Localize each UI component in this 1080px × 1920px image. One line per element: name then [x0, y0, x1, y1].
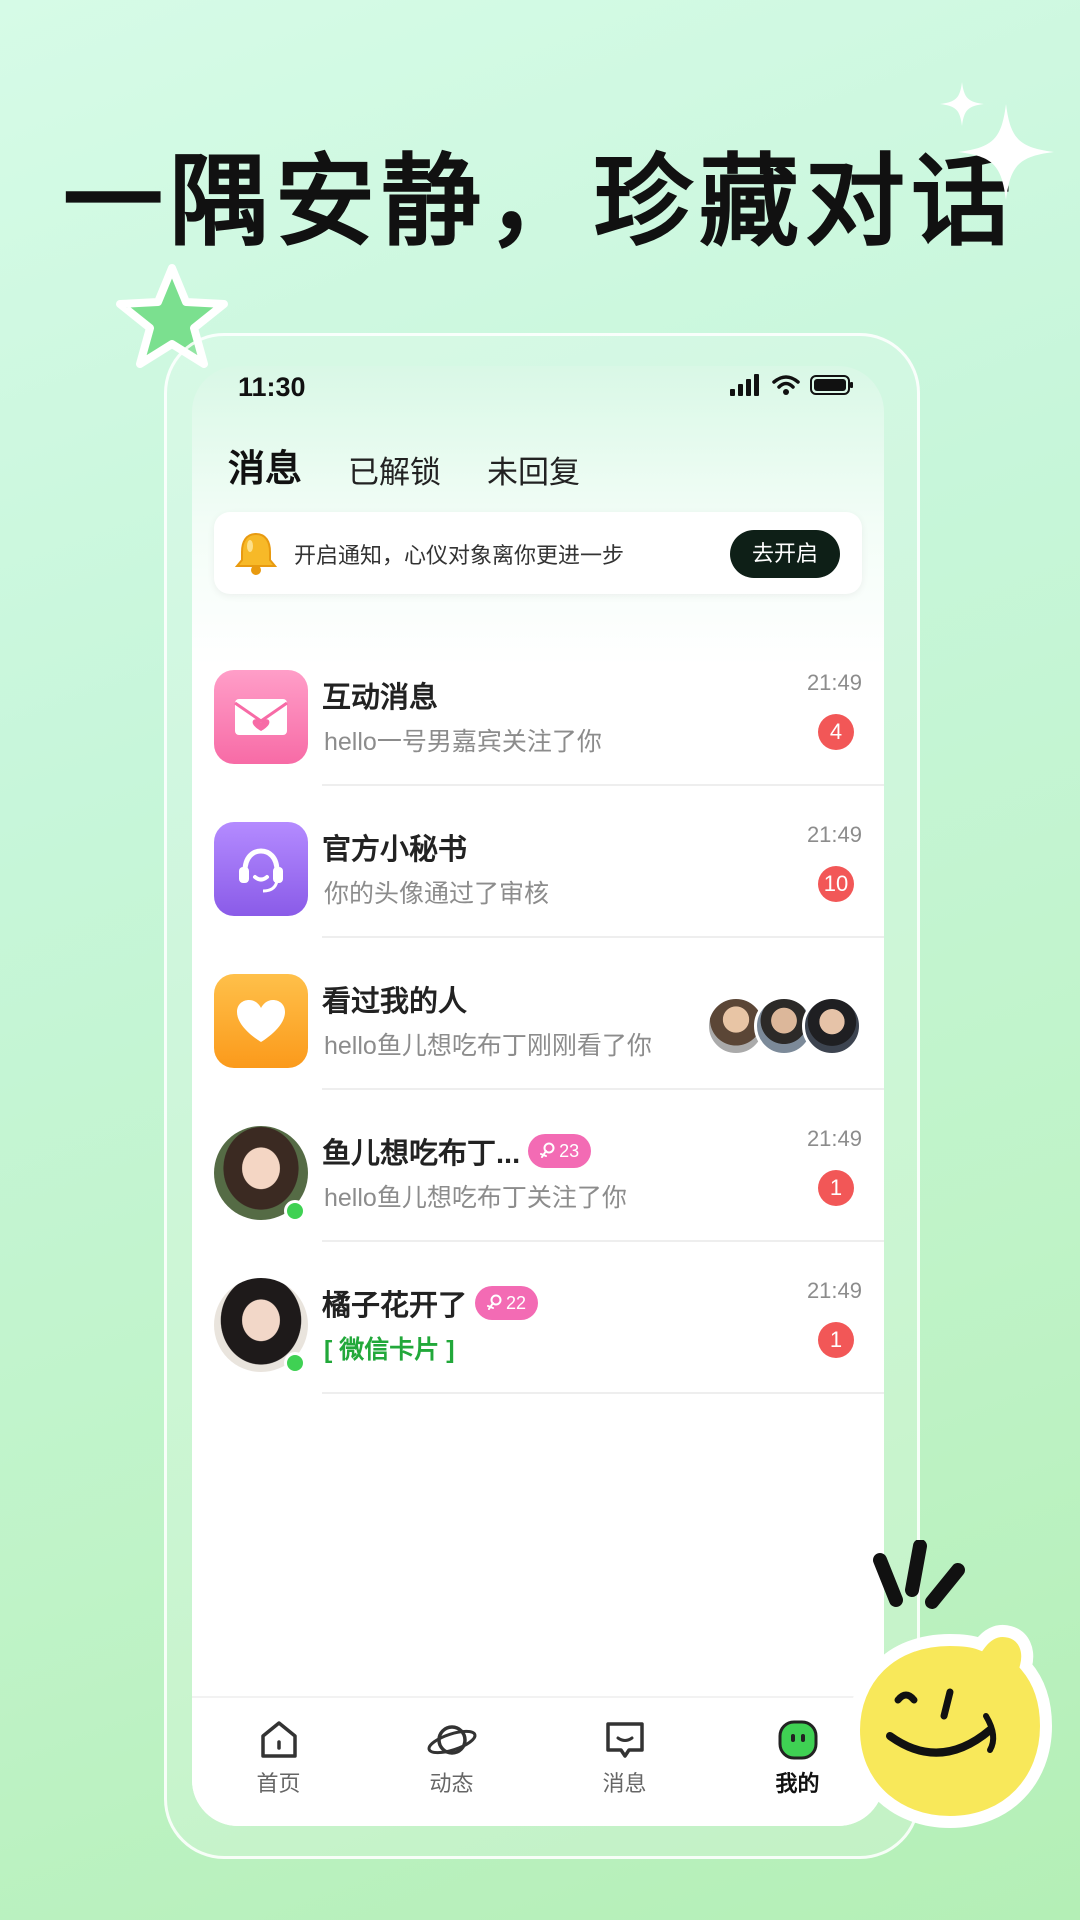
nav-label: 动态 — [429, 1771, 474, 1796]
signal-icon — [730, 374, 759, 396]
notification-banner: 开启通知，心仪对象离你更进一步 去开启 — [214, 512, 862, 594]
enable-notification-button[interactable]: 去开启 — [730, 530, 840, 578]
tab-unlocked[interactable]: 已解锁 — [348, 447, 441, 492]
heart-icon — [214, 974, 308, 1068]
gender-age-tag: 23 — [528, 1134, 592, 1168]
conversation-preview: hello一号男嘉宾关注了你 — [324, 728, 602, 756]
gender-age-tag: 22 — [475, 1286, 539, 1320]
nav-feed[interactable]: 动态 — [365, 1698, 538, 1826]
conversation-row-interactions[interactable]: 互动消息 hello一号男嘉宾关注了你 21:49 4 — [192, 634, 884, 786]
conversation-row-official[interactable]: 官方小秘书 你的头像通过了审核 21:49 10 — [192, 786, 884, 938]
nav-label: 我的 — [775, 1771, 820, 1796]
conversation-preview: hello鱼儿想吃布丁关注了你 — [324, 1184, 627, 1212]
conversation-name: 橘子花开了 22 — [322, 1282, 539, 1324]
home-icon — [260, 1721, 297, 1758]
conversation-preview: 你的头像通过了审核 — [324, 880, 550, 908]
tab-messages[interactable]: 消息 — [228, 438, 302, 492]
mascot-smiley-icon — [847, 1540, 1053, 1829]
nav-label: 首页 — [256, 1771, 301, 1796]
envelope-heart-icon — [214, 670, 308, 764]
phone-screen: 11:30 消息 已解锁 未回复 开启通知，心仪对象离你更进一步 去开启 互动消… — [192, 366, 884, 1826]
tab-unreplied[interactable]: 未回复 — [487, 447, 580, 492]
status-time: 11:30 — [238, 372, 306, 402]
nav-label: 消息 — [602, 1771, 647, 1796]
nav-home[interactable]: 首页 — [192, 1698, 365, 1826]
conversation-preview: hello鱼儿想吃布丁刚刚看了你 — [324, 1032, 652, 1060]
nav-messages[interactable]: 消息 — [538, 1698, 711, 1826]
online-indicator — [284, 1352, 306, 1374]
female-icon — [540, 1142, 555, 1158]
divider — [322, 1392, 884, 1394]
headline: 一隅安静，珍藏对话 — [63, 143, 1017, 260]
female-icon — [487, 1294, 502, 1310]
bell-icon — [234, 532, 278, 575]
conversation-preview: [ 微信卡片 ] — [324, 1336, 455, 1364]
bottom-nav: 首页 动态 消息 我的 — [192, 1696, 884, 1826]
conversation-list: 互动消息 hello一号男嘉宾关注了你 21:49 4 官方小秘书 你的头像通过… — [192, 634, 884, 1394]
sparkle-icon — [958, 104, 1054, 200]
unread-badge: 4 — [818, 714, 854, 750]
wifi-icon — [772, 375, 800, 395]
conversation-time: 21:49 — [806, 1126, 862, 1151]
viewer-avatar — [802, 996, 862, 1056]
conversation-time: 21:49 — [806, 1278, 862, 1303]
message-icon — [605, 1722, 644, 1758]
headset-icon — [214, 822, 308, 916]
conversation-name: 官方小秘书 — [322, 834, 468, 866]
battery-icon — [810, 375, 853, 395]
unread-badge: 1 — [818, 1322, 854, 1358]
conversation-row-user[interactable]: 橘子花开了 22 [ 微信卡片 ] 21:49 1 — [192, 1242, 884, 1394]
conversation-name: 互动消息 — [322, 682, 439, 714]
notification-text: 开启通知，心仪对象离你更进一步 — [294, 543, 625, 568]
conversation-name: 看过我的人 — [322, 986, 468, 1018]
conversation-time: 21:49 — [806, 822, 862, 847]
conversation-row-user[interactable]: 鱼儿想吃布丁... 23 hello鱼儿想吃布丁关注了你 21:49 1 — [192, 1090, 884, 1242]
unread-badge: 1 — [818, 1170, 854, 1206]
status-icons — [730, 374, 854, 396]
unread-badge: 10 — [818, 866, 854, 902]
conversation-row-visitors[interactable]: 看过我的人 hello鱼儿想吃布丁刚刚看了你 — [192, 938, 884, 1090]
message-tabs: 消息 已解锁 未回复 — [228, 438, 580, 492]
conversation-time: 21:49 — [806, 670, 862, 695]
conversation-name: 鱼儿想吃布丁... 23 — [322, 1130, 592, 1172]
online-indicator — [284, 1200, 306, 1222]
viewer-avatars — [706, 996, 862, 1056]
profile-face-icon — [778, 1720, 817, 1760]
planet-icon — [427, 1725, 476, 1755]
